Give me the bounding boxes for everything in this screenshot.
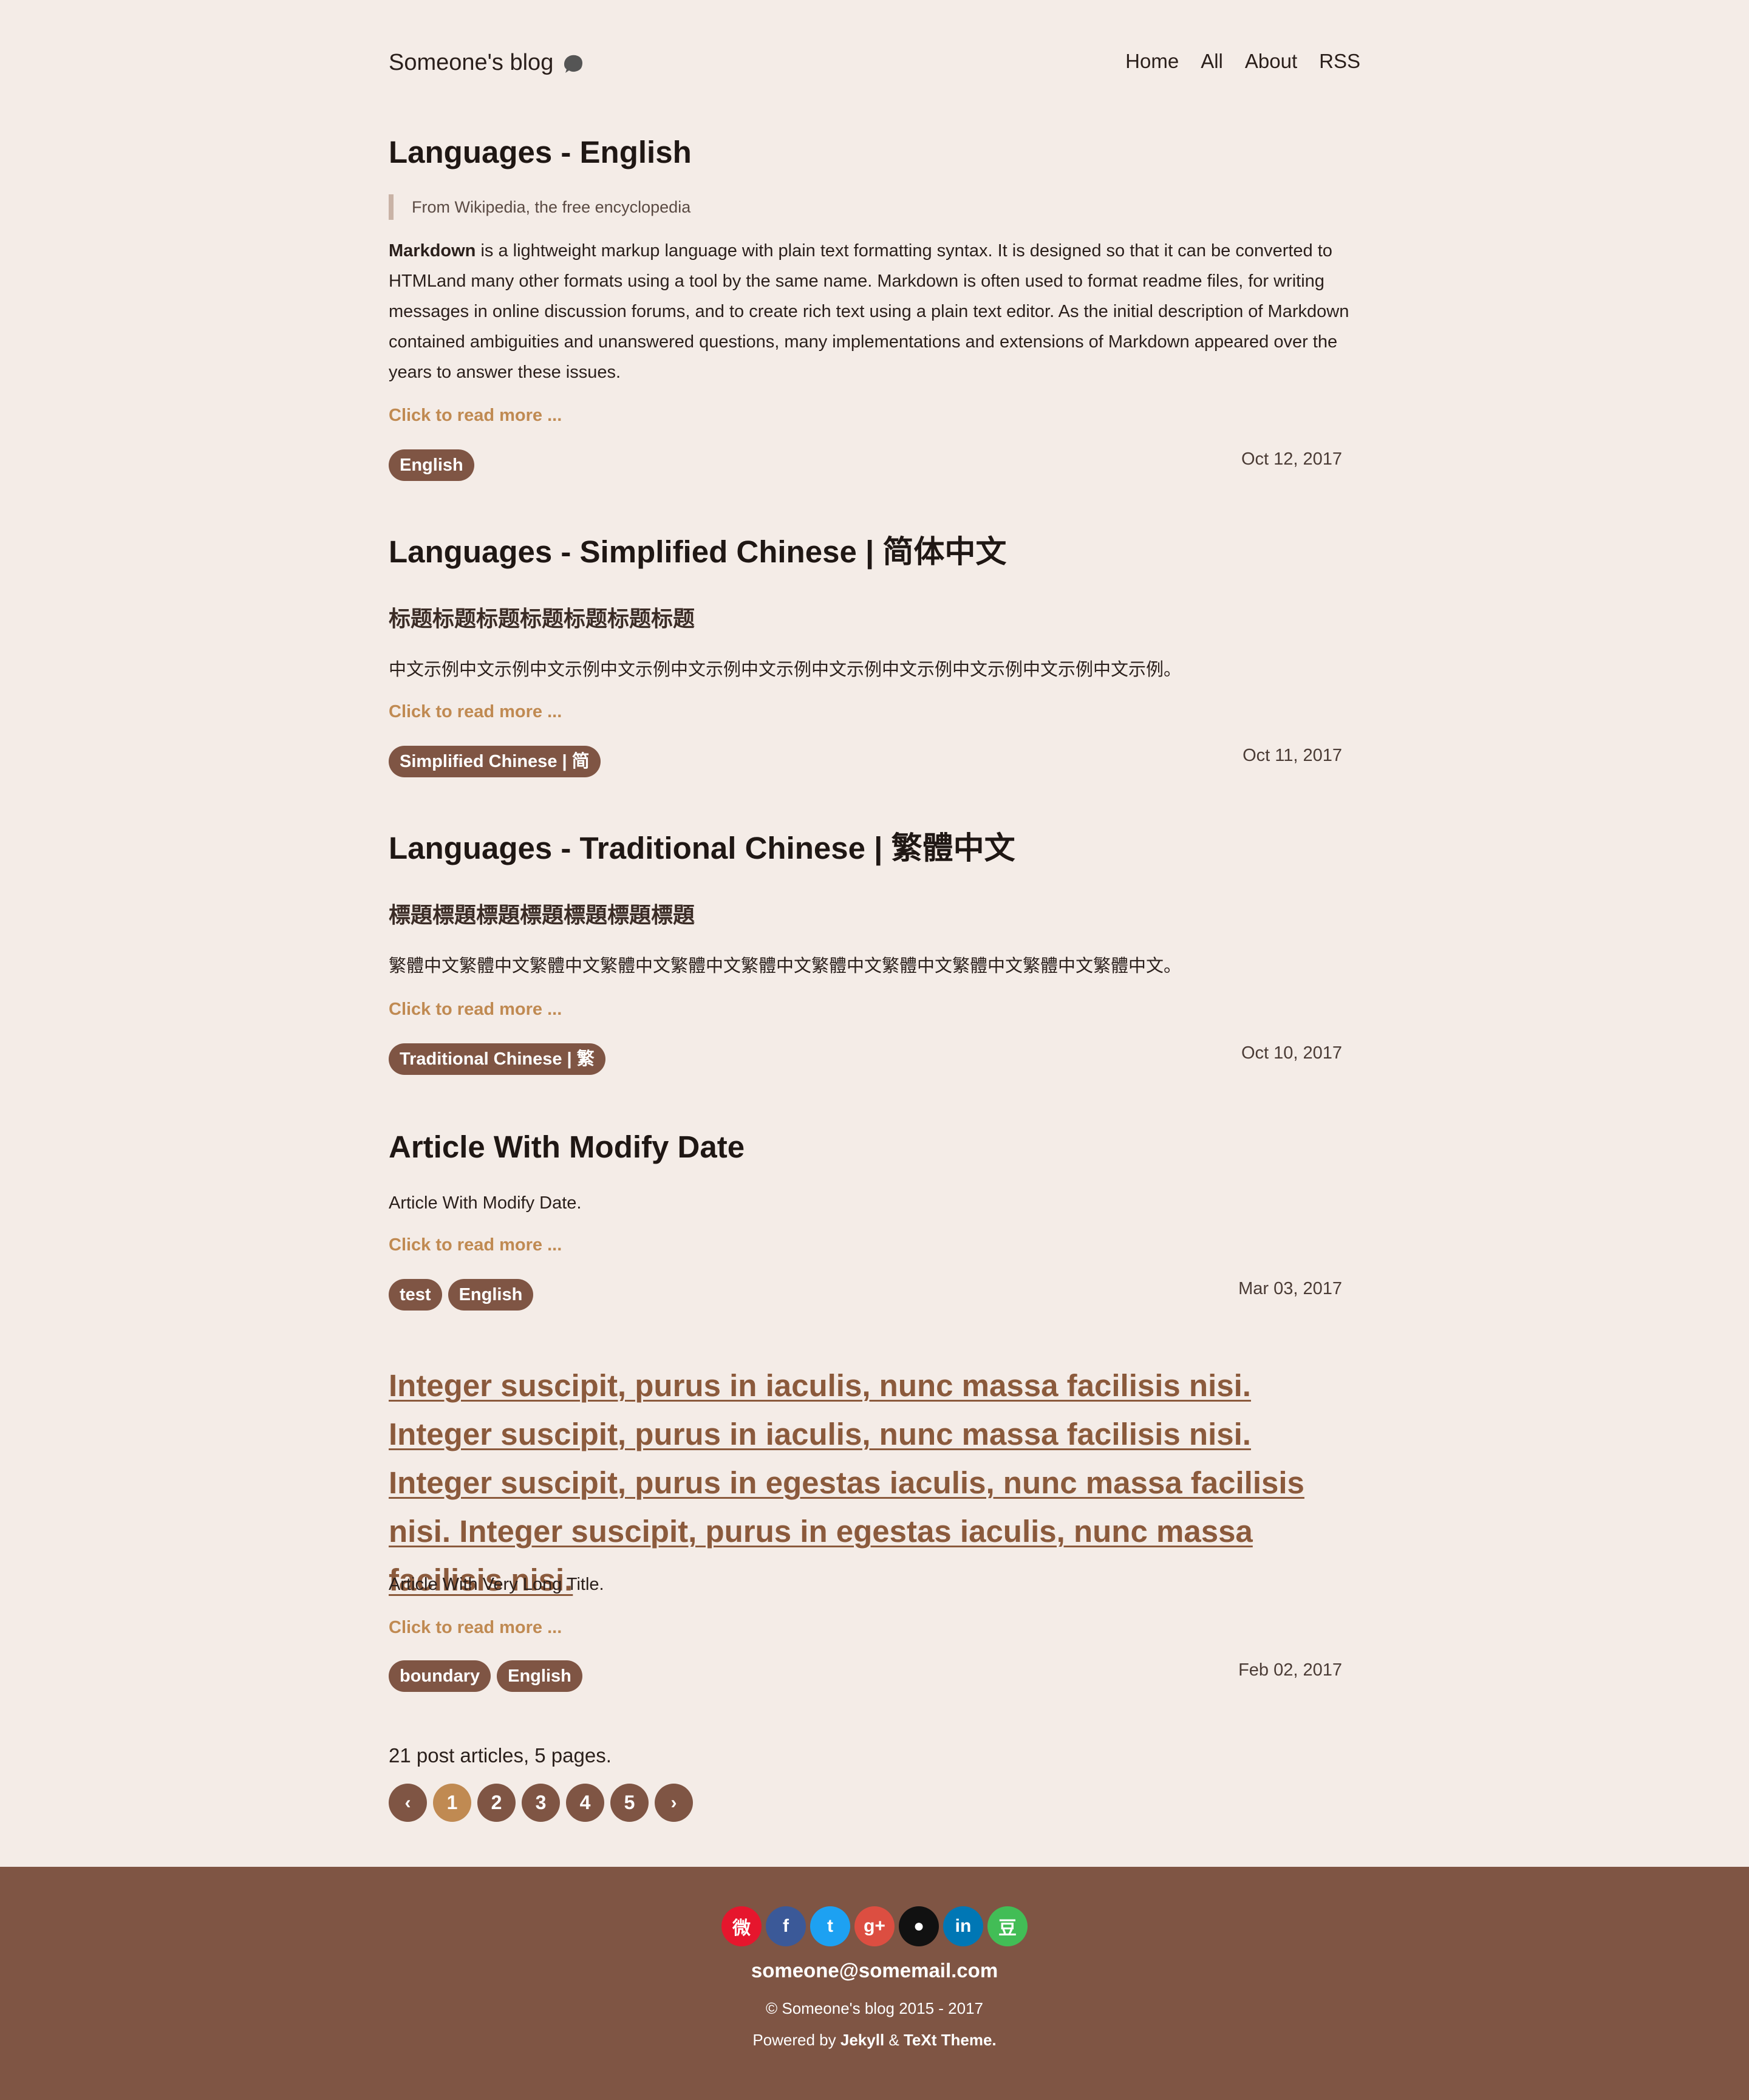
post-meta: test English Mar 03, 2017 xyxy=(389,1279,1360,1312)
page-container: Someone's blog Home All About RSS Langua… xyxy=(389,0,1360,1822)
read-more-link[interactable]: Click to read more ... xyxy=(389,1618,562,1638)
tag-list: test English xyxy=(389,1279,1360,1311)
site-footer: 微 f t g+ ● in 豆 someone@somemail.com © S… xyxy=(0,1867,1749,2100)
site-header: Someone's blog Home All About RSS xyxy=(389,0,1360,121)
page-button-4[interactable]: 4 xyxy=(566,1784,604,1822)
facebook-icon[interactable]: f xyxy=(766,1906,806,1946)
post-title[interactable]: Languages - English xyxy=(389,134,1360,171)
prev-page-button[interactable]: ‹ xyxy=(389,1784,427,1822)
weibo-icon[interactable]: 微 xyxy=(721,1906,762,1946)
douban-icon[interactable]: 豆 xyxy=(987,1906,1028,1946)
tag-list: boundary English xyxy=(389,1660,1360,1692)
excerpt-bold: Markdown xyxy=(389,241,476,261)
site-title: Someone's blog xyxy=(389,50,554,75)
site-title-link[interactable]: Someone's blog xyxy=(389,50,585,76)
footer-email[interactable]: someone@somemail.com xyxy=(0,1959,1749,1982)
nav-rss[interactable]: RSS xyxy=(1319,50,1360,73)
nav-home[interactable]: Home xyxy=(1125,50,1179,73)
read-more-link[interactable]: Click to read more ... xyxy=(389,702,562,722)
leaf-logo-icon xyxy=(564,55,583,73)
post-meta: Simplified Chinese | 简 Oct 11, 2017 xyxy=(389,746,1360,779)
tag-traditional-chinese[interactable]: Traditional Chinese | 繁 xyxy=(389,1043,605,1075)
tag-english[interactable]: English xyxy=(389,449,474,481)
read-more-link[interactable]: Click to read more ... xyxy=(389,1000,562,1020)
tag-list: Traditional Chinese | 繁 xyxy=(389,1043,1360,1075)
post-title[interactable]: Languages - Simplified Chinese | 简体中文 xyxy=(389,533,1360,570)
twitter-icon[interactable]: t xyxy=(810,1906,850,1946)
post-excerpt: 中文示例中文示例中文示例中文示例中文示例中文示例中文示例中文示例中文示例中文示例… xyxy=(389,660,1182,680)
nav-about[interactable]: About xyxy=(1245,50,1297,73)
nav-all[interactable]: All xyxy=(1201,50,1223,73)
post-title[interactable]: Languages - Traditional Chinese | 繁體中文 xyxy=(389,830,1360,867)
post-item: Languages - English xyxy=(389,134,1360,171)
post-title-long[interactable]: Integer suscipit, purus in iaculis, nunc… xyxy=(389,1362,1360,1604)
github-icon[interactable]: ● xyxy=(899,1906,939,1946)
powered-prefix: Powered by xyxy=(752,2031,840,2049)
powered-amp: & xyxy=(884,2031,904,2049)
pagination: ‹ 1 2 3 4 5 › xyxy=(389,1784,693,1822)
jekyll-link[interactable]: Jekyll xyxy=(840,2031,884,2049)
tag-test[interactable]: test xyxy=(389,1279,442,1311)
social-links: 微 f t g+ ● in 豆 xyxy=(0,1906,1749,1946)
post-item: Languages - Traditional Chinese | 繁體中文 xyxy=(389,830,1360,867)
post-subheading: 标题标题标题标题标题标题标题 xyxy=(389,606,695,631)
next-page-button[interactable]: › xyxy=(655,1784,693,1822)
footer-powered-by: Powered by Jekyll & TeXt Theme. xyxy=(0,2031,1749,2050)
blockquote: From Wikipedia, the free encyclopedia xyxy=(389,194,690,220)
tag-english[interactable]: English xyxy=(497,1660,582,1692)
post-date: Oct 12, 2017 xyxy=(1241,449,1342,469)
post-item: Languages - Simplified Chinese | 简体中文 xyxy=(389,533,1360,570)
tag-english[interactable]: English xyxy=(448,1279,534,1311)
post-item: Integer suscipit, purus in iaculis, nunc… xyxy=(389,1362,1360,1604)
post-excerpt: 繁體中文繁體中文繁體中文繁體中文繁體中文繁體中文繁體中文繁體中文繁體中文繁體中文… xyxy=(389,956,1182,976)
tag-simplified-chinese[interactable]: Simplified Chinese | 简 xyxy=(389,746,601,777)
post-date: Mar 03, 2017 xyxy=(1238,1279,1342,1298)
tag-boundary[interactable]: boundary xyxy=(389,1660,491,1692)
post-item: Article With Modify Date xyxy=(389,1128,1360,1165)
page-button-2[interactable]: 2 xyxy=(477,1784,516,1822)
page-button-1[interactable]: 1 xyxy=(433,1784,471,1822)
post-excerpt: Article With Modify Date. xyxy=(389,1193,582,1213)
post-subheading: 標題標題標題標題標題標題標題 xyxy=(389,902,695,927)
post-meta: Traditional Chinese | 繁 Oct 10, 2017 xyxy=(389,1043,1360,1076)
google-plus-icon[interactable]: g+ xyxy=(854,1906,895,1946)
text-theme-link[interactable]: TeXt Theme. xyxy=(904,2031,997,2049)
quote-text: From Wikipedia, the free encyclopedia xyxy=(412,198,691,216)
tag-list: English xyxy=(389,449,1360,481)
post-title[interactable]: Article With Modify Date xyxy=(389,1128,1360,1165)
excerpt-text: is a lightweight markup language with pl… xyxy=(389,241,1349,382)
post-meta: boundary English Feb 02, 2017 xyxy=(389,1660,1360,1693)
footer-copyright: © Someone's blog 2015 - 2017 xyxy=(765,1999,984,2017)
linkedin-icon[interactable]: in xyxy=(943,1906,983,1946)
pagination-summary: 21 post articles, 5 pages. xyxy=(389,1744,612,1767)
post-meta: English Oct 12, 2017 xyxy=(389,449,1360,482)
read-more-link[interactable]: Click to read more ... xyxy=(389,1235,562,1255)
post-excerpt: Markdown is a lightweight markup languag… xyxy=(389,236,1360,387)
post-date: Feb 02, 2017 xyxy=(1238,1660,1342,1680)
post-date: Oct 11, 2017 xyxy=(1243,746,1342,765)
read-more-link[interactable]: Click to read more ... xyxy=(389,406,562,426)
main-nav: Home All About RSS xyxy=(1125,50,1360,73)
post-date: Oct 10, 2017 xyxy=(1241,1043,1342,1063)
post-excerpt: Article With Very Long Title. xyxy=(389,1575,604,1594)
page-button-3[interactable]: 3 xyxy=(522,1784,560,1822)
tag-list: Simplified Chinese | 简 xyxy=(389,746,1360,777)
page-button-5[interactable]: 5 xyxy=(610,1784,649,1822)
